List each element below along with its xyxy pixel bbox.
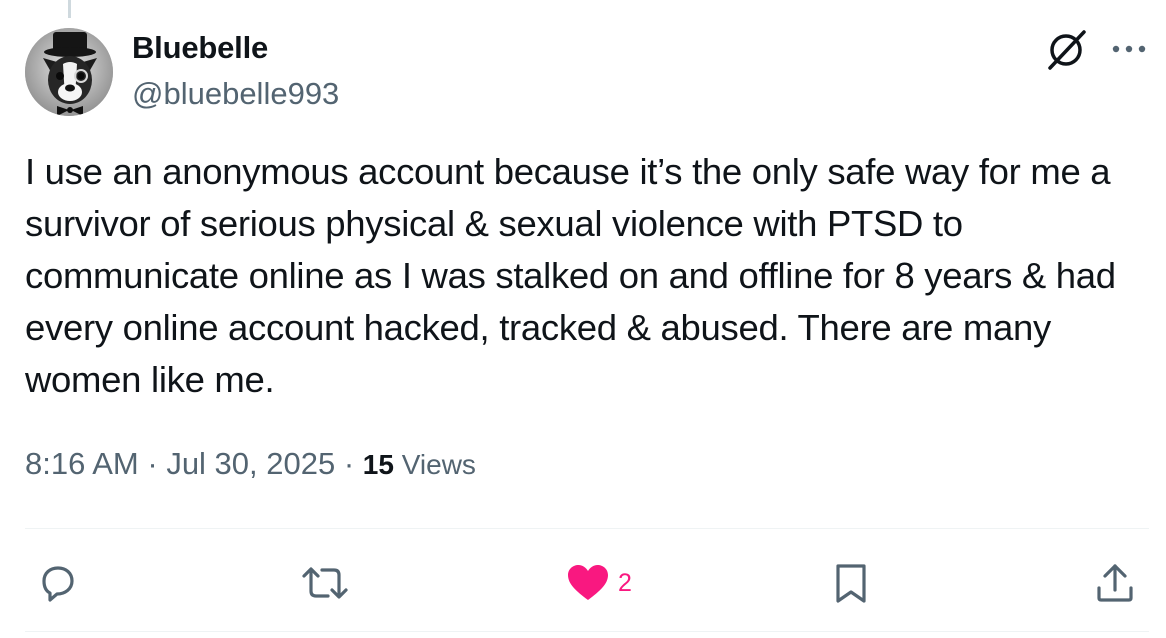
heart-filled-icon: [568, 565, 608, 600]
tweet-metadata: 8:16 AM · Jul 30, 2025 · 15 Views: [25, 446, 476, 482]
meta-separator: ·: [335, 446, 363, 481]
more-button[interactable]: [1108, 34, 1150, 64]
repost-icon: [302, 567, 348, 599]
repost-button[interactable]: [298, 560, 352, 606]
like-button[interactable]: 2: [564, 560, 632, 606]
share-icon: [1097, 564, 1133, 602]
tweet-time[interactable]: 8:16 AM: [25, 446, 139, 481]
avatar[interactable]: [25, 28, 113, 116]
grok-button[interactable]: [1044, 28, 1090, 72]
avatar-image: [25, 28, 113, 116]
bookmark-icon: [836, 564, 866, 603]
share-button[interactable]: [1092, 560, 1138, 606]
reply-icon: [42, 566, 74, 602]
meta-separator: ·: [138, 446, 167, 481]
bookmark-button[interactable]: [830, 560, 872, 606]
more-dots-icon: [1112, 45, 1146, 53]
display-name[interactable]: Bluebelle: [132, 30, 268, 66]
thread-connector-line: [68, 0, 71, 18]
divider: [25, 631, 1149, 632]
user-handle[interactable]: @bluebelle993: [132, 76, 339, 112]
views-count: 15: [362, 449, 394, 480]
tweet-text: I use an anonymous account because it’s …: [25, 151, 1116, 400]
reply-button[interactable]: [35, 560, 81, 606]
views-label: Views: [393, 449, 476, 480]
like-count: 2: [618, 568, 632, 597]
divider: [25, 528, 1149, 529]
tweet-date[interactable]: Jul 30, 2025: [166, 446, 335, 481]
grok-icon: [1048, 30, 1086, 70]
